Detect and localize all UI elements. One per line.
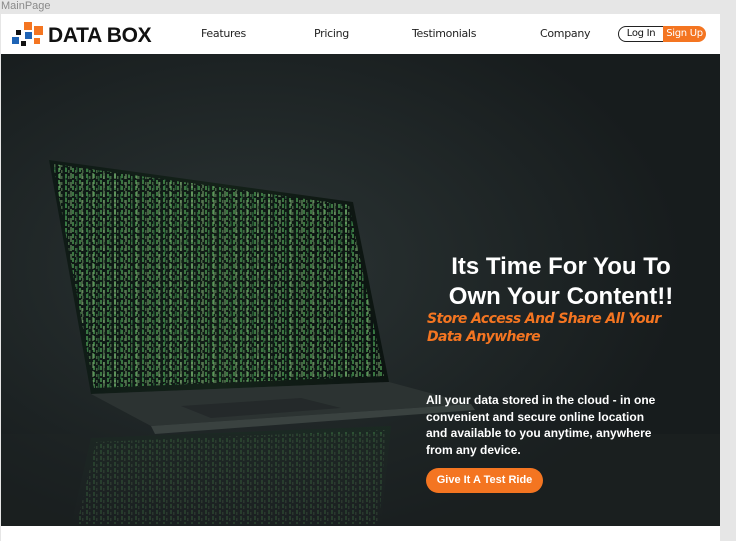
brand-name: DATA BOX bbox=[48, 24, 152, 47]
nav-company[interactable]: Company bbox=[540, 27, 591, 40]
signup-button[interactable]: Sign Up bbox=[663, 26, 706, 42]
hero-title-line-1: Its Time For You To bbox=[451, 253, 671, 280]
frame-label: MainPage bbox=[1, 0, 51, 12]
hero-subtitle: Store Access And Share All Your Data Any… bbox=[427, 311, 661, 345]
logo-mark-icon bbox=[12, 22, 44, 48]
hero-title: Its Time For You To Own Your Content!! bbox=[411, 252, 711, 312]
hero-section: Its Time For You To Own Your Content!! S… bbox=[1, 54, 720, 526]
login-button[interactable]: Log In bbox=[618, 26, 664, 42]
hero-title-line-2: Own Your Content!! bbox=[448, 283, 674, 310]
main-page: DATA BOX Features Pricing Testimonials C… bbox=[1, 14, 720, 541]
nav-pricing[interactable]: Pricing bbox=[314, 27, 349, 40]
nav-features[interactable]: Features bbox=[201, 27, 246, 40]
hero-description: All your data stored in the cloud - in o… bbox=[426, 393, 656, 457]
site-header: DATA BOX Features Pricing Testimonials C… bbox=[1, 14, 720, 54]
auth-buttons: Log In Sign Up bbox=[618, 26, 707, 42]
nav-testimonials[interactable]: Testimonials bbox=[412, 27, 476, 40]
brand-logo[interactable]: DATA BOX bbox=[12, 22, 162, 48]
test-ride-button[interactable]: Give It A Test Ride bbox=[426, 468, 543, 493]
